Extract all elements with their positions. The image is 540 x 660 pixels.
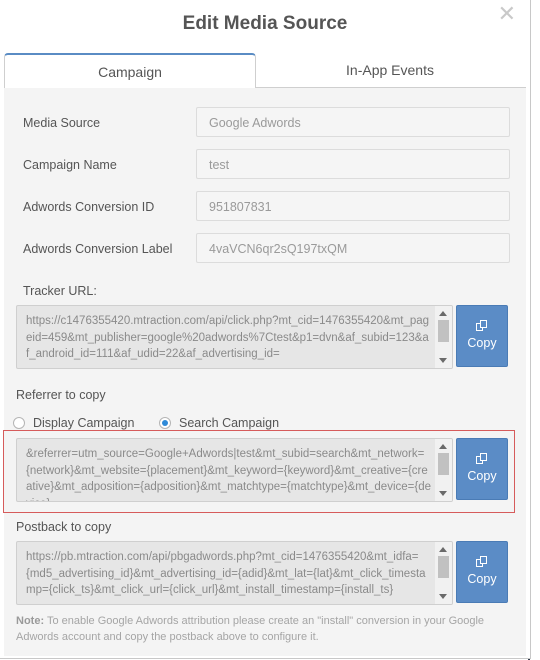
adwords-conversion-id-label: Adwords Conversion ID bbox=[23, 200, 155, 214]
referrer-highlight-box bbox=[3, 430, 515, 513]
tracker-url-textarea[interactable]: https://c1476355420.mtraction.com/api/cl… bbox=[16, 305, 453, 369]
tab-campaign[interactable]: Campaign bbox=[4, 53, 256, 89]
copy-postback-button[interactable]: Copy bbox=[456, 541, 508, 603]
campaign-panel: Media Source Google Adwords Campaign Nam… bbox=[4, 88, 526, 656]
search-campaign-radio[interactable] bbox=[159, 417, 171, 429]
scrollbar[interactable] bbox=[435, 306, 452, 368]
tracker-url-label: Tracker URL: bbox=[23, 284, 97, 298]
copy-icon bbox=[476, 320, 488, 332]
adwords-conversion-label-field: 4vaVCN6qr2sQ197txQM bbox=[196, 233, 510, 263]
referrer-label: Referrer to copy bbox=[16, 388, 106, 402]
note-text: To enable Google Adwords attribution ple… bbox=[16, 615, 485, 643]
adwords-conversion-id-field: 951807831 bbox=[196, 191, 510, 221]
close-icon[interactable]: ✕ bbox=[498, 4, 516, 26]
display-campaign-label[interactable]: Display Campaign bbox=[33, 416, 134, 430]
media-source-field: Google Adwords bbox=[196, 107, 510, 137]
dialog-title: Edit Media Source bbox=[182, 13, 348, 34]
tab-bar: Campaign In-App Events bbox=[4, 53, 526, 89]
search-campaign-label[interactable]: Search Campaign bbox=[179, 416, 279, 430]
adwords-note: Note: To enable Google Adwords attributi… bbox=[16, 613, 516, 645]
scrollbar[interactable] bbox=[435, 542, 452, 604]
copy-tracker-button[interactable]: Copy bbox=[456, 305, 508, 367]
postback-textarea[interactable]: https://pb.mtraction.com/api/pbgadwords.… bbox=[16, 541, 453, 605]
copy-icon bbox=[476, 556, 488, 568]
note-prefix: Note: bbox=[16, 615, 45, 627]
media-source-label: Media Source bbox=[23, 116, 101, 130]
tab-in-app-events[interactable]: In-App Events bbox=[256, 53, 524, 87]
campaign-name-label: Campaign Name bbox=[23, 158, 117, 172]
postback-label: Postback to copy bbox=[16, 520, 112, 534]
postback-text: https://pb.mtraction.com/api/pbgadwords.… bbox=[26, 551, 426, 596]
edit-media-source-dialog: Edit Media Source ✕ Campaign In-App Even… bbox=[0, 0, 531, 659]
adwords-conversion-label-label: Adwords Conversion Label bbox=[23, 242, 173, 256]
tracker-url-text: https://c1476355420.mtraction.com/api/cl… bbox=[26, 315, 430, 360]
display-campaign-radio[interactable] bbox=[13, 417, 25, 429]
campaign-name-field: test bbox=[196, 149, 510, 179]
